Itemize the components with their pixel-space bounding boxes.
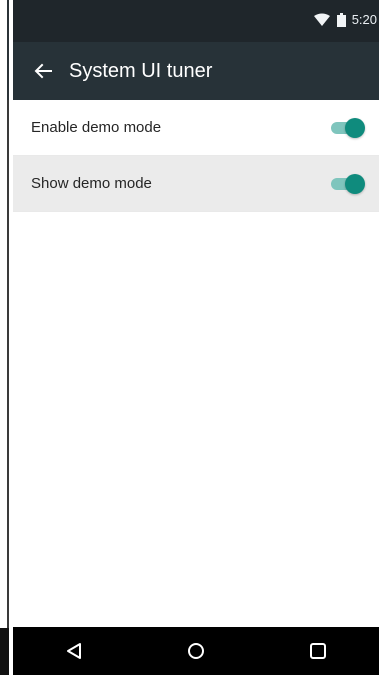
- nav-recents-icon: [310, 643, 326, 659]
- edge-line-bottom: [0, 628, 9, 675]
- setting-label: Show demo mode: [31, 175, 152, 192]
- navigation-bar: [13, 627, 379, 675]
- toggle-thumb: [345, 117, 365, 138]
- wifi-icon: [313, 13, 330, 26]
- nav-back-button[interactable]: [44, 627, 104, 675]
- screen: 5:20 System UI tuner Enable demo mode Sh…: [13, 0, 379, 675]
- setting-label: Enable demo mode: [31, 119, 162, 136]
- status-time: 5:20: [351, 12, 377, 27]
- battery-icon: [336, 12, 346, 27]
- left-edge-artifact: [0, 0, 13, 675]
- nav-recents-button[interactable]: [288, 627, 348, 675]
- setting-row-enable-demo-mode[interactable]: Enable demo mode: [13, 100, 379, 156]
- app-bar: System UI tuner: [13, 42, 379, 100]
- nav-home-icon: [188, 643, 204, 659]
- toggle-thumb: [345, 173, 365, 194]
- show-demo-mode-toggle[interactable]: [329, 173, 365, 194]
- status-bar: 5:20: [13, 0, 379, 42]
- back-arrow-icon: [34, 63, 52, 79]
- edge-line-mid: [7, 100, 9, 628]
- device-frame: 5:20 System UI tuner Enable demo mode Sh…: [0, 0, 379, 675]
- setting-row-show-demo-mode[interactable]: Show demo mode: [13, 156, 379, 212]
- page-title: System UI tuner: [69, 59, 213, 82]
- nav-back-icon: [67, 643, 81, 659]
- enable-demo-mode-toggle[interactable]: [329, 117, 365, 138]
- back-button[interactable]: [19, 42, 67, 100]
- status-icons: 5:20: [313, 12, 377, 27]
- nav-home-button[interactable]: [166, 627, 226, 675]
- edge-line-top: [7, 0, 9, 100]
- settings-list: Enable demo mode Show demo mode: [13, 100, 379, 212]
